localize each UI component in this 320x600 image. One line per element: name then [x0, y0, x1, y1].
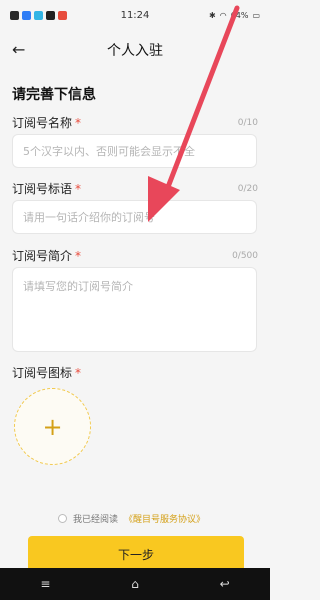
slogan-placeholder: 请用一句话介绍你的订阅号	[23, 211, 155, 224]
system-icons: ✱ ◠ 64% ▭	[209, 11, 260, 20]
icon-label-text: 订阅号图标	[12, 366, 73, 380]
bluetooth-icon: ✱	[208, 10, 216, 20]
agreement-row: 我已经阅读 《醒目号服务协议》	[58, 512, 205, 525]
system-nav-bar: ≡ ⌂ ↩	[0, 568, 270, 600]
intro-textarea[interactable]: 请填写您的订阅号简介	[12, 267, 257, 352]
slogan-counter: 0/20	[237, 184, 258, 194]
name-label-text: 订阅号名称	[12, 116, 73, 130]
app-notification-icon	[10, 10, 19, 20]
required-mark: *	[75, 366, 82, 380]
agreement-checkbox[interactable]	[58, 514, 67, 523]
name-input[interactable]: 5个汉字以内、否则可能会显示不全	[12, 134, 257, 168]
intro-label: 订阅号简介 *	[12, 247, 81, 264]
app-notification-icon	[22, 10, 31, 20]
header: ← 个人入驻	[0, 30, 270, 70]
required-mark: *	[75, 249, 82, 263]
back-arrow-icon[interactable]: ←	[12, 40, 25, 59]
status-time: 11:24	[120, 9, 150, 21]
icon-upload-button[interactable]: +	[14, 388, 91, 465]
required-mark: *	[75, 182, 82, 196]
notification-icons	[10, 10, 67, 20]
slogan-label: 订阅号标语 *	[12, 180, 81, 197]
plus-icon: +	[42, 412, 63, 441]
agreement-link[interactable]: 《醒目号服务协议》	[124, 512, 205, 525]
name-label: 订阅号名称 *	[12, 114, 81, 131]
intro-counter: 0/500	[232, 251, 258, 261]
menu-icon[interactable]: ≡	[40, 577, 50, 591]
name-counter: 0/10	[237, 118, 258, 128]
slogan-label-text: 订阅号标语	[12, 182, 73, 196]
battery-icon: ▭	[252, 10, 260, 20]
section-title: 请完善下信息	[12, 87, 96, 103]
next-button[interactable]: 下一步	[28, 536, 244, 572]
intro-label-text: 订阅号简介	[12, 249, 73, 263]
intro-placeholder: 请填写您的订阅号简介	[23, 280, 133, 293]
status-bar: 11:24 ✱ ◠ 64% ▭	[0, 0, 270, 30]
app-notification-icon	[34, 10, 43, 20]
name-placeholder: 5个汉字以内、否则可能会显示不全	[23, 145, 195, 158]
icon-label: 订阅号图标 *	[12, 364, 81, 381]
required-mark: *	[75, 116, 82, 130]
next-button-label: 下一步	[117, 547, 154, 562]
back-icon[interactable]: ↩	[220, 577, 230, 591]
home-icon[interactable]: ⌂	[131, 577, 139, 591]
app-notification-icon	[58, 10, 67, 20]
app-notification-icon	[46, 10, 55, 20]
wifi-icon: ◠	[219, 10, 227, 20]
page-title: 个人入驻	[107, 43, 163, 59]
agreement-text: 我已经阅读	[73, 515, 119, 525]
battery-text: 64%	[230, 10, 249, 20]
slogan-input[interactable]: 请用一句话介绍你的订阅号	[12, 200, 257, 234]
